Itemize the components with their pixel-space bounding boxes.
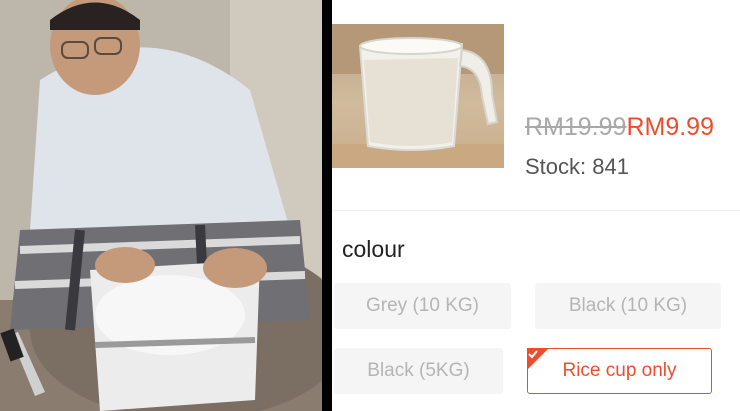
discounted-price: RM9.99 <box>626 113 714 141</box>
person-sealing-rice-bag-image <box>0 0 322 411</box>
variation-panel: RM19.99RM9.99 Stock: 841 colour Grey (10… <box>332 0 740 411</box>
original-price: RM19.99 <box>525 113 627 141</box>
option-grey-10kg[interactable]: Grey (10 KG) <box>334 283 511 329</box>
price-row: RM19.99RM9.99 <box>525 112 714 142</box>
variation-title: colour <box>342 236 405 262</box>
rice-cup-image <box>332 24 504 168</box>
section-divider <box>332 210 740 211</box>
option-black-5kg[interactable]: Black (5KG) <box>334 348 503 394</box>
option-label: Rice cup only <box>562 360 677 381</box>
selected-check-icon <box>527 348 549 370</box>
option-black-10kg[interactable]: Black (10 KG) <box>535 283 721 329</box>
stock-count: Stock: 841 <box>525 154 629 179</box>
product-thumbnail <box>332 24 504 168</box>
frame-divider <box>322 0 332 411</box>
option-rice-cup-only[interactable]: Rice cup only <box>527 348 712 394</box>
video-frame <box>0 0 322 411</box>
